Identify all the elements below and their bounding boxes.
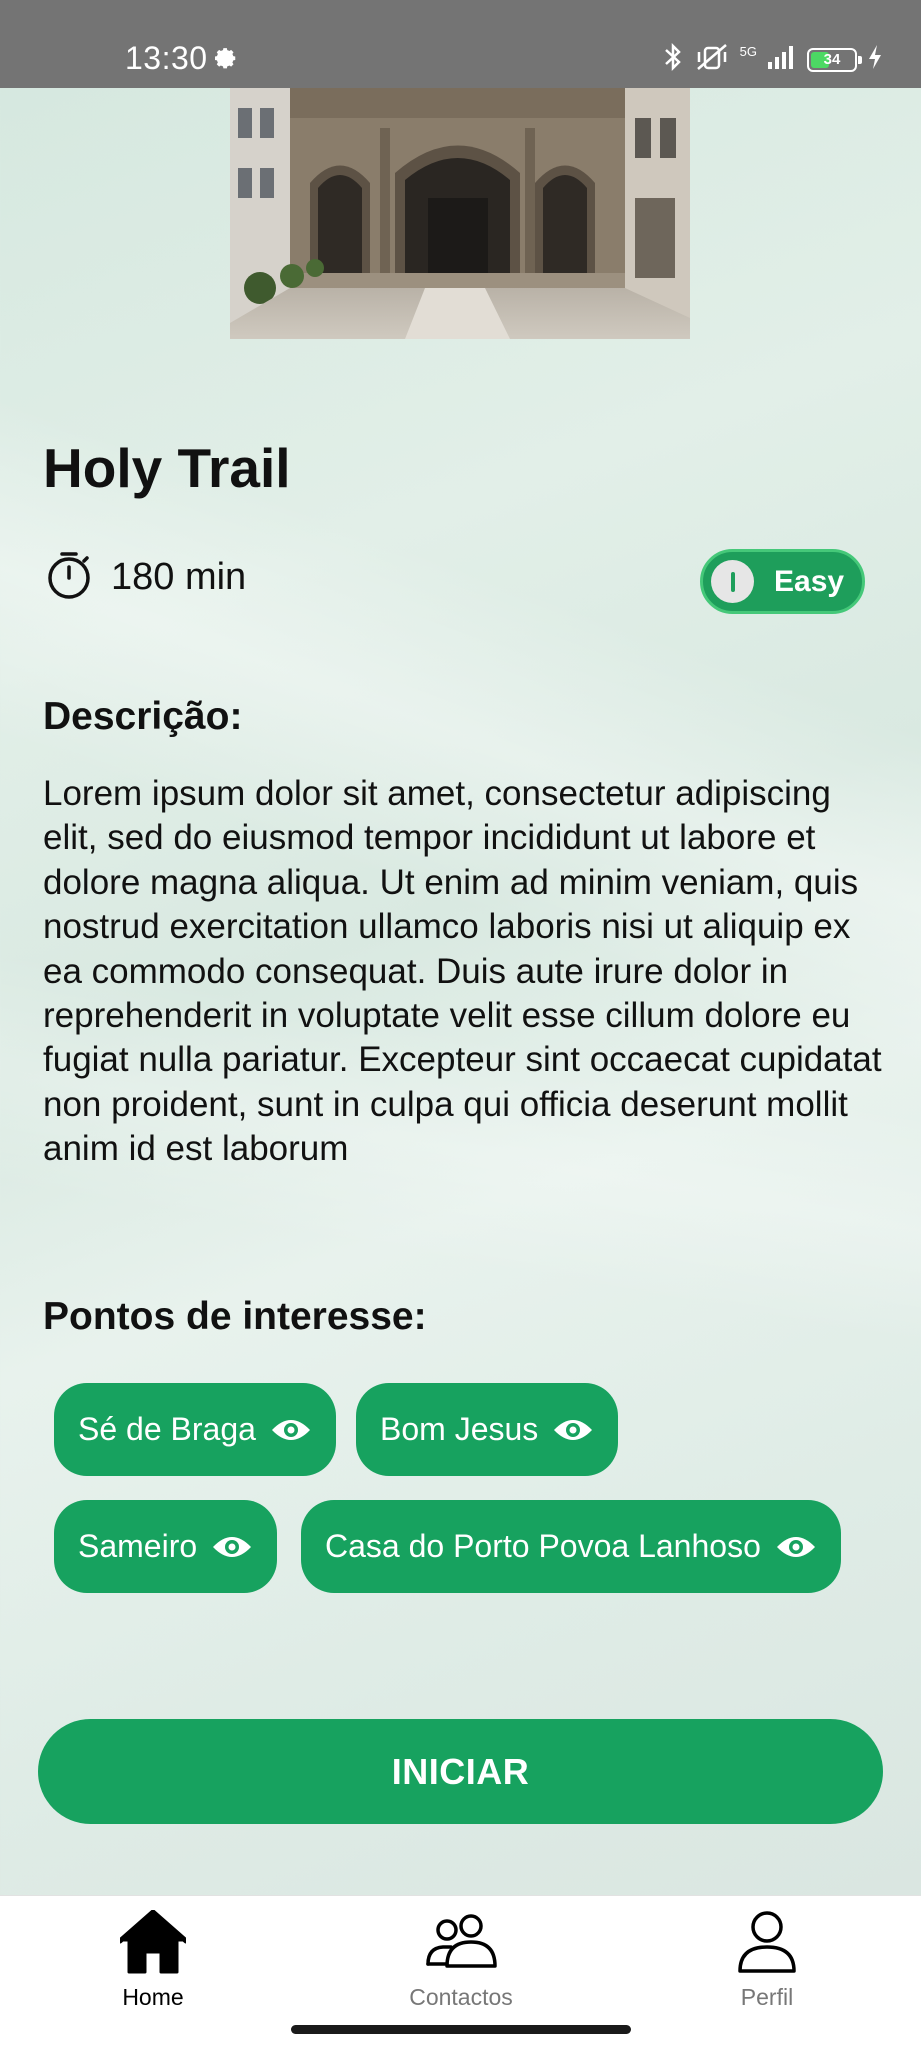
eye-icon[interactable]: [552, 1416, 594, 1444]
duration-value: 180 min: [111, 556, 247, 598]
poi-chip-bom-jesus[interactable]: Bom Jesus: [356, 1383, 619, 1476]
difficulty-indicator-icon: [711, 560, 754, 603]
vibrate-off-icon: [694, 42, 730, 77]
nav-item-profile[interactable]: Perfil: [667, 1896, 867, 2026]
poi-chip-se-de-braga[interactable]: Sé de Braga: [54, 1383, 336, 1476]
nav-label-contacts: Contactos: [409, 1984, 513, 2010]
stopwatch-icon: [45, 550, 93, 605]
difficulty-label: Easy: [774, 564, 845, 598]
poi-label: Casa do Porto Povoa Lanhoso: [325, 1528, 761, 1564]
trail-title: Holy Trail: [43, 437, 291, 499]
eye-icon[interactable]: [211, 1533, 253, 1561]
nav-label-home: Home: [122, 1984, 184, 2010]
bluetooth-icon: [662, 42, 684, 77]
duration-row: 180 min: [45, 550, 246, 605]
signal-icon: [767, 44, 797, 75]
status-icons: 5G 34: [662, 42, 883, 77]
charging-icon: [867, 44, 883, 75]
poi-label: Sameiro: [78, 1528, 198, 1564]
description-text: Lorem ipsum dolor sit amet, consectetur …: [43, 774, 882, 1169]
status-time: 13:30: [125, 40, 208, 76]
home-icon: [120, 1906, 186, 1978]
description-heading: Descrição:: [43, 695, 243, 738]
nav-item-contacts[interactable]: Contactos: [361, 1896, 561, 2026]
battery-level: 34: [823, 51, 841, 68]
network-type: 5G: [739, 44, 757, 59]
start-button[interactable]: INICIAR: [38, 1719, 883, 1824]
home-indicator[interactable]: [291, 2025, 631, 2034]
nav-label-profile: Perfil: [740, 1984, 794, 2010]
poi-chip-casa-do-porto[interactable]: Casa do Porto Povoa Lanhoso: [301, 1500, 841, 1593]
contacts-icon: [425, 1906, 497, 1978]
poi-label: Sé de Braga: [78, 1411, 256, 1447]
eye-icon[interactable]: [775, 1533, 817, 1561]
profile-icon: [737, 1906, 797, 1978]
poi-heading: Pontos de interesse:: [43, 1295, 427, 1338]
eye-icon[interactable]: [270, 1416, 312, 1444]
trail-image: [230, 88, 690, 339]
difficulty-badge: Easy: [700, 549, 865, 614]
gear-icon: [210, 43, 240, 78]
poi-label: Bom Jesus: [380, 1411, 539, 1447]
poi-chip-sameiro[interactable]: Sameiro: [54, 1500, 278, 1593]
status-bar: 13:30 5G 34: [0, 0, 921, 88]
battery-icon: 34: [807, 47, 862, 72]
nav-item-home[interactable]: Home: [53, 1896, 253, 2026]
